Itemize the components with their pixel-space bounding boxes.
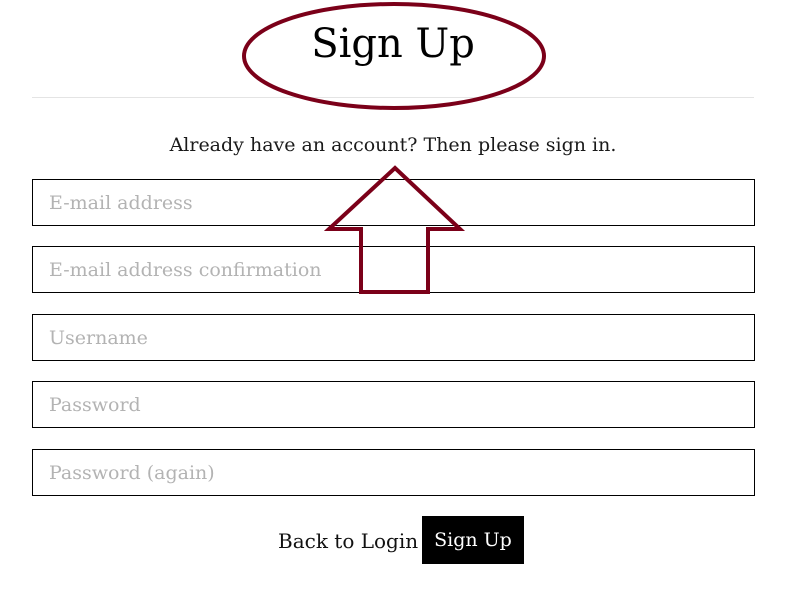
signup-button[interactable]: Sign Up	[422, 516, 524, 564]
annotation-overlay	[242, 2, 546, 294]
title-divider	[32, 97, 754, 98]
back-to-login-link[interactable]: Back to Login	[278, 527, 418, 555]
email-field[interactable]	[32, 179, 755, 226]
page-title: Sign Up	[311, 21, 475, 67]
email-confirmation-field[interactable]	[32, 246, 755, 293]
password-field[interactable]	[32, 381, 755, 428]
password-confirmation-field[interactable]	[32, 449, 755, 496]
username-field[interactable]	[32, 314, 755, 361]
signin-prompt[interactable]: Already have an account? Then please sig…	[0, 132, 786, 158]
